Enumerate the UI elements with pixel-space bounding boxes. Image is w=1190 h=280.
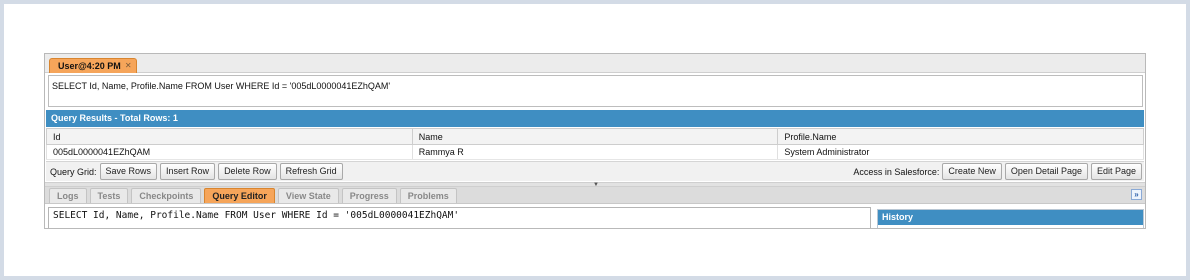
results-table: Id Name Profile.Name 005dL0000041EZhQAM … (46, 128, 1144, 160)
cell-profile-name[interactable]: System Administrator (777, 144, 1144, 160)
query-tab-strip: User@4:20 PM ✕ (45, 54, 1145, 73)
column-header-id[interactable]: Id (46, 128, 413, 145)
bottom-panel-tabs: Logs Tests Checkpoints Query Editor View… (45, 187, 1145, 204)
tab-checkpoints[interactable]: Checkpoints (131, 188, 202, 203)
history-panel: History (877, 209, 1144, 228)
window-frame: User@4:20 PM ✕ SELECT Id, Name, Profile.… (4, 4, 1186, 276)
tab-query-editor[interactable]: Query Editor (204, 188, 275, 203)
save-rows-button[interactable]: Save Rows (99, 163, 158, 180)
collapse-panel-icon[interactable]: » (1131, 189, 1142, 200)
table-row[interactable]: 005dL0000041EZhQAM Rammya R System Admin… (46, 144, 1144, 160)
tab-tests[interactable]: Tests (89, 188, 129, 203)
access-in-salesforce-label: Access in Salesforce: (853, 166, 940, 177)
query-text-area[interactable]: SELECT Id, Name, Profile.Name FROM User … (48, 75, 1143, 107)
refresh-grid-button[interactable]: Refresh Grid (279, 163, 343, 180)
query-editor-input[interactable]: SELECT Id, Name, Profile.Name FROM User … (48, 207, 871, 228)
table-header-row: Id Name Profile.Name (46, 128, 1144, 145)
tab-logs[interactable]: Logs (49, 188, 87, 203)
cell-name[interactable]: Rammya R (411, 144, 779, 160)
column-header-name[interactable]: Name (411, 128, 779, 145)
tab-problems[interactable]: Problems (399, 188, 457, 203)
tab-view-state[interactable]: View State (277, 188, 339, 203)
insert-row-button[interactable]: Insert Row (160, 163, 216, 180)
tab-progress[interactable]: Progress (341, 188, 397, 203)
query-grid-label: Query Grid: (50, 166, 97, 177)
open-detail-page-button[interactable]: Open Detail Page (1004, 163, 1088, 180)
tab-label: User@4:20 PM (58, 61, 121, 71)
results-title: Query Results - Total Rows: 1 (46, 110, 1144, 127)
history-title: History (878, 210, 1143, 225)
create-new-button[interactable]: Create New (942, 163, 1002, 180)
close-icon[interactable]: ✕ (125, 59, 132, 73)
tab-user-query[interactable]: User@4:20 PM ✕ (49, 58, 137, 73)
column-header-profile-name[interactable]: Profile.Name (777, 128, 1144, 145)
delete-row-button[interactable]: Delete Row (218, 163, 277, 180)
developer-console: User@4:20 PM ✕ SELECT Id, Name, Profile.… (44, 53, 1146, 229)
edit-page-button[interactable]: Edit Page (1090, 163, 1142, 180)
cell-id[interactable]: 005dL0000041EZhQAM (46, 144, 413, 160)
query-grid-toolbar: Query Grid: Save Rows Insert Row Delete … (46, 161, 1144, 181)
